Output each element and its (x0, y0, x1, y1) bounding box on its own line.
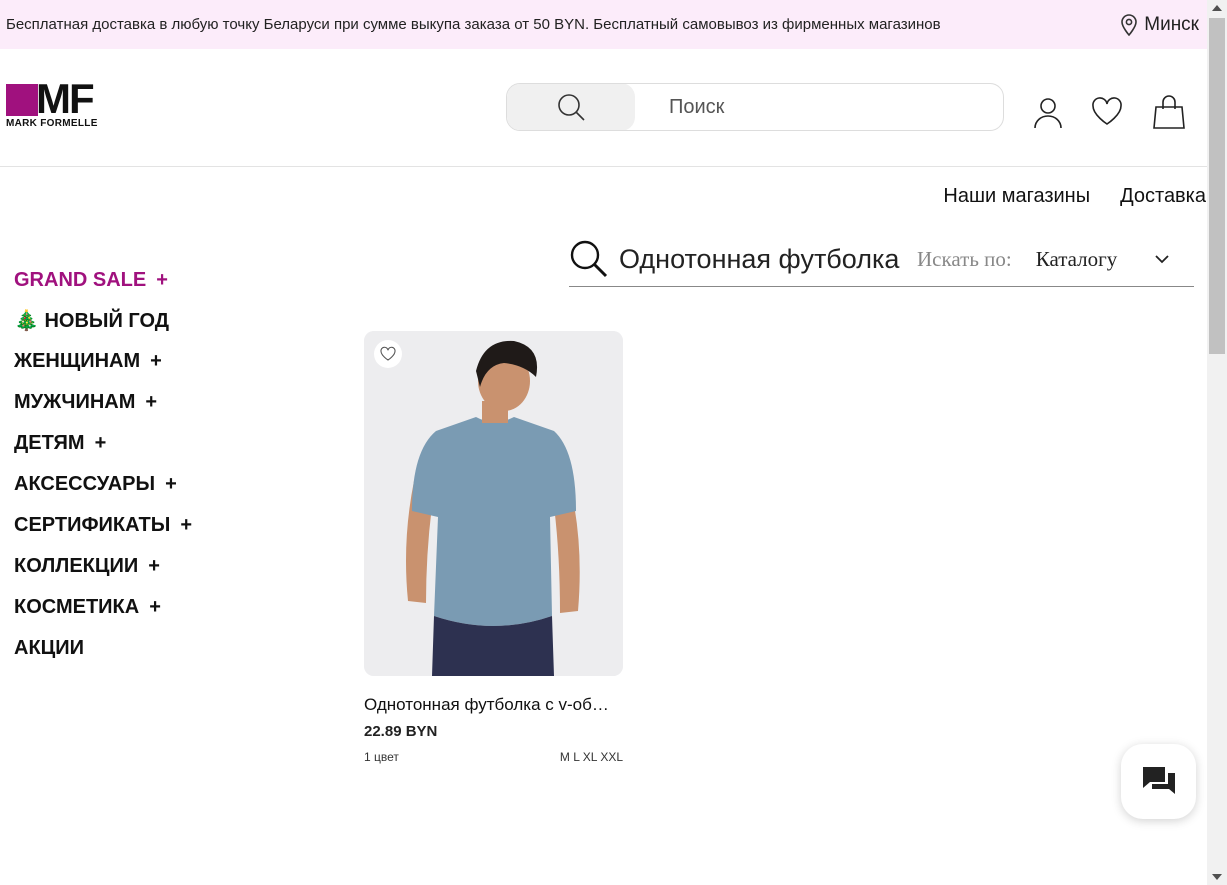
product-title[interactable]: Однотонная футболка с v-об… (364, 695, 623, 715)
sidebar-item-label: КОСМЕТИКА (14, 596, 140, 618)
expand-plus-icon[interactable]: + (165, 473, 177, 496)
sidebar-item-certificates[interactable]: СЕРТИФИКАТЫ + (14, 505, 192, 546)
heart-icon (1092, 97, 1122, 125)
product-meta: 1 цвет M L XL XXL (364, 750, 623, 764)
chat-bubbles-icon (1142, 766, 1175, 794)
delivery-link[interactable]: Доставка (1120, 185, 1206, 208)
wishlist-button[interactable] (1091, 95, 1123, 129)
expand-plus-icon[interactable]: + (145, 391, 157, 414)
product-card[interactable]: Однотонная футболка с v-об… 22.89 BYN 1 … (364, 331, 623, 764)
expand-plus-icon[interactable]: + (95, 432, 107, 455)
product-price: 22.89 BYN (364, 723, 438, 740)
expand-plus-icon[interactable]: + (156, 269, 168, 292)
scroll-thumb[interactable] (1209, 18, 1225, 354)
sidebar-item-cosmetics[interactable]: КОСМЕТИКА + (14, 587, 192, 628)
city-selector[interactable]: Минск (1120, 14, 1199, 36)
category-sidebar: GRAND SALE + 🎄 НОВЫЙ ГОД ЖЕНЩИНАМ + МУЖЧ… (14, 260, 192, 669)
expand-plus-icon[interactable]: + (148, 555, 160, 578)
sidebar-item-label: КОЛЛЕКЦИИ (14, 555, 139, 577)
expand-plus-icon[interactable]: + (150, 350, 162, 373)
scroll-down-arrow[interactable] (1212, 874, 1222, 880)
sidebar-item-label: АКЦИИ (14, 637, 85, 659)
search-icon (570, 240, 608, 278)
header-search (506, 83, 1004, 131)
search-button[interactable] (507, 84, 635, 130)
search-query-input[interactable]: Однотонная футболка (619, 244, 903, 275)
promo-text: Бесплатная доставка в любую точку Белару… (6, 16, 941, 33)
search-icon (558, 94, 585, 121)
site-header: MF MARK FORMELLE (0, 49, 1207, 167)
account-button[interactable] (1032, 95, 1064, 129)
sidebar-item-accessories[interactable]: АКСЕССУАРЫ + (14, 464, 192, 505)
logo[interactable]: MF MARK FORMELLE (6, 75, 128, 132)
expand-plus-icon[interactable]: + (149, 596, 161, 619)
scrollbar[interactable] (1207, 0, 1227, 885)
sidebar-item-label: GRAND SALE (14, 268, 147, 291)
cart-button[interactable] (1153, 95, 1185, 129)
tshirt-model-image (364, 331, 623, 676)
product-colors: 1 цвет (364, 750, 399, 764)
sidebar-item-label: 🎄 НОВЫЙ ГОД (14, 310, 170, 332)
sidebar-item-men[interactable]: МУЖЧИНАМ + (14, 382, 192, 423)
logo-text: MARK FORMELLE (6, 118, 98, 129)
heart-icon (380, 346, 396, 361)
add-to-wishlist-button[interactable] (374, 340, 402, 368)
sidebar-item-label: ДЕТЯМ (14, 432, 85, 454)
logo-square (6, 84, 38, 116)
location-pin-icon (1121, 13, 1138, 36)
sidebar-item-kids[interactable]: ДЕТЯМ + (14, 423, 192, 464)
chevron-down-icon[interactable] (1153, 250, 1171, 268)
search-by-label: Искать по: (917, 246, 1012, 271)
sidebar-item-label: СЕРТИФИКАТЫ (14, 514, 171, 536)
sidebar-item-label: ЖЕНЩИНАМ (14, 350, 141, 372)
search-results-bar: Однотонная футболка Искать по: Каталогу (569, 232, 1194, 287)
sidebar-item-label: МУЖЧИНАМ (14, 391, 136, 413)
scroll-up-arrow[interactable] (1212, 5, 1222, 11)
top-links: Наши магазины Доставка (943, 185, 1206, 208)
product-sizes: M L XL XXL (559, 750, 623, 764)
search-input[interactable] (667, 94, 971, 120)
sidebar-item-label: АКСЕССУАРЫ (14, 473, 156, 495)
user-icon (1034, 98, 1062, 129)
sidebar-item-collections[interactable]: КОЛЛЕКЦИИ + (14, 546, 192, 587)
sidebar-item-women[interactable]: ЖЕНЩИНАМ + (14, 341, 192, 382)
product-image[interactable] (364, 331, 623, 676)
search-scope-select[interactable]: Каталогу (1036, 247, 1151, 272)
city-name: Минск (1144, 13, 1199, 35)
chat-button[interactable] (1121, 744, 1196, 819)
sidebar-item-promotions[interactable]: АКЦИИ (14, 628, 192, 669)
logo-letters: MF (36, 75, 95, 122)
promo-bar: Бесплатная доставка в любую точку Белару… (0, 0, 1207, 49)
expand-plus-icon[interactable]: + (180, 514, 192, 537)
stores-link[interactable]: Наши магазины (943, 185, 1090, 208)
bag-icon (1153, 95, 1185, 129)
sidebar-item-new-year[interactable]: 🎄 НОВЫЙ ГОД (14, 300, 192, 341)
sidebar-item-grand-sale[interactable]: GRAND SALE + (14, 260, 192, 300)
